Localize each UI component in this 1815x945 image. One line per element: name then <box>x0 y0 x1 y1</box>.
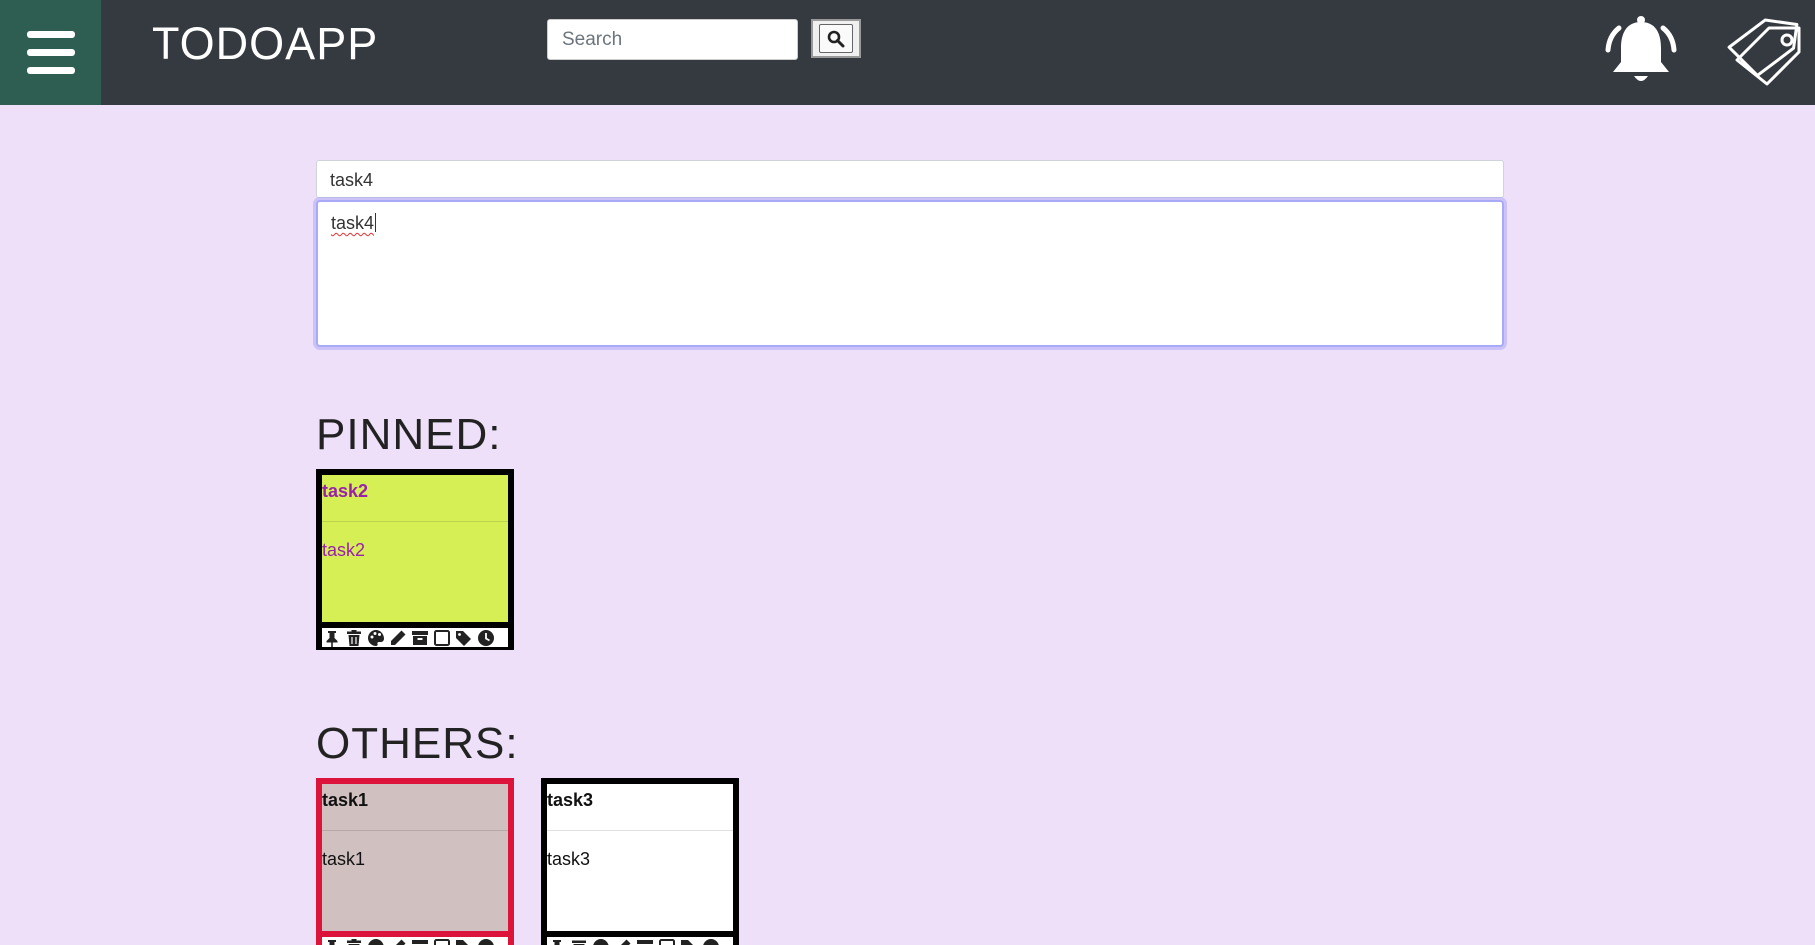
search-icon <box>827 30 845 47</box>
clock-icon[interactable] <box>702 938 720 945</box>
tags-icon[interactable] <box>455 629 473 647</box>
clock-icon[interactable] <box>477 629 495 647</box>
menu-button[interactable] <box>0 0 101 105</box>
note-toolbar <box>547 931 733 945</box>
pinned-heading: PINNED: <box>316 410 502 459</box>
pencil-icon[interactable] <box>389 938 407 945</box>
search-input[interactable] <box>547 19 798 60</box>
note-card[interactable]: task1 task1 <box>316 778 514 945</box>
note-body: task3 <box>547 831 733 931</box>
note-title-input[interactable]: task4 <box>316 160 1504 198</box>
archive-icon[interactable] <box>411 938 429 945</box>
trash-icon[interactable] <box>570 938 588 945</box>
trash-icon[interactable] <box>345 938 363 945</box>
menu-icon <box>26 31 75 38</box>
note-title: task3 <box>547 784 733 831</box>
note-title: task2 <box>322 475 508 522</box>
archive-icon[interactable] <box>411 629 429 647</box>
palette-icon[interactable] <box>592 938 610 945</box>
archive-icon[interactable] <box>636 938 654 945</box>
note-body: task1 <box>322 831 508 931</box>
note-card[interactable]: task2 task2 <box>316 469 514 650</box>
note-title: task1 <box>322 784 508 831</box>
note-body-text: task4 <box>331 213 375 233</box>
pencil-icon[interactable] <box>614 938 632 945</box>
palette-icon[interactable] <box>367 629 385 647</box>
search-button[interactable] <box>811 19 861 58</box>
tag-icon[interactable] <box>1723 14 1805 88</box>
pin-icon[interactable] <box>323 938 341 945</box>
checkbox-icon[interactable] <box>433 629 451 647</box>
trash-icon[interactable] <box>345 629 363 647</box>
tags-icon[interactable] <box>455 938 473 945</box>
clock-icon[interactable] <box>477 938 495 945</box>
bell-icon[interactable] <box>1601 14 1681 88</box>
others-heading: OTHERS: <box>316 719 519 768</box>
note-toolbar <box>322 622 508 647</box>
pencil-icon[interactable] <box>389 629 407 647</box>
checkbox-icon[interactable] <box>433 938 451 945</box>
note-toolbar <box>322 931 508 945</box>
tags-icon[interactable] <box>680 938 698 945</box>
top-navbar: TODOAPP <box>0 0 1815 105</box>
pin-icon[interactable] <box>323 629 341 647</box>
note-card[interactable]: task3 task3 <box>541 778 739 945</box>
pin-icon[interactable] <box>548 938 566 945</box>
checkbox-icon[interactable] <box>658 938 676 945</box>
note-body: task2 <box>322 522 508 622</box>
note-body-input[interactable]: task4 <box>316 200 1504 347</box>
app-title: TODOAPP <box>152 18 379 69</box>
palette-icon[interactable] <box>367 938 385 945</box>
